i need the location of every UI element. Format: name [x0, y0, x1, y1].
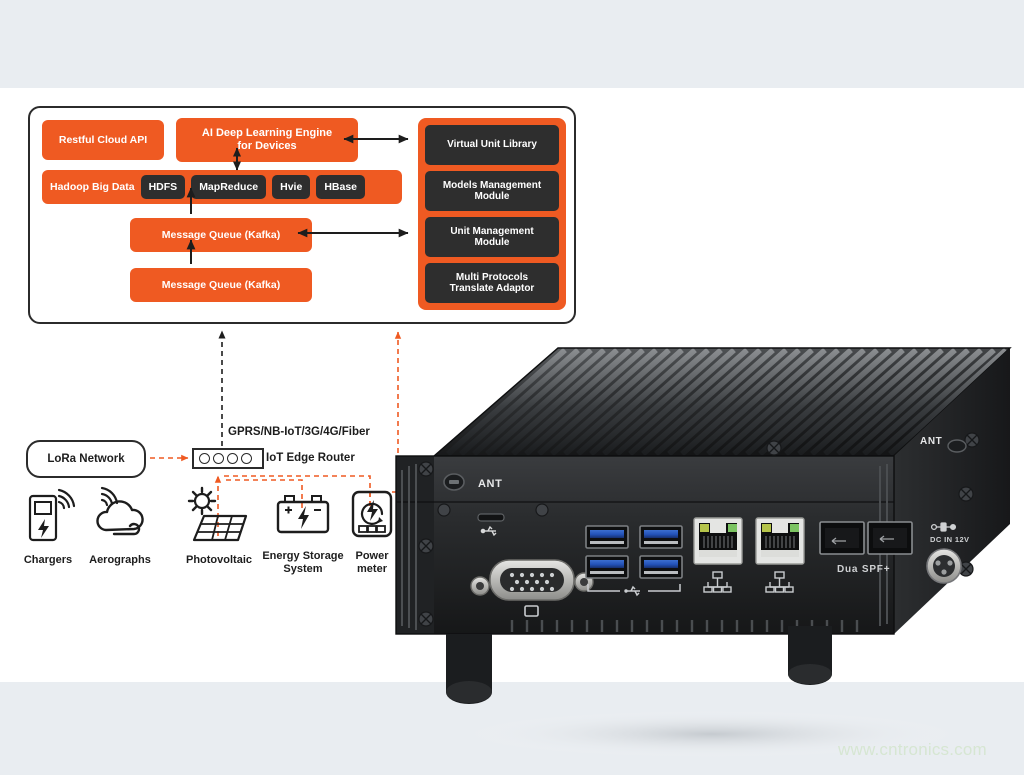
battery-storage-icon — [276, 495, 330, 534]
ess-label-line-1: Energy Storage — [262, 550, 344, 562]
device-label-chargers: Chargers — [23, 554, 73, 566]
dc-power-label: DC IN 12V — [930, 535, 969, 544]
sfp-port-2[interactable] — [867, 521, 913, 555]
ai-engine-line-1: AI Deep Learning Engine — [201, 127, 333, 140]
usb3-port-2[interactable] — [639, 525, 683, 549]
device-feet — [446, 626, 832, 704]
solar-panel-icon — [187, 486, 248, 542]
usb3-port-1[interactable] — [585, 525, 629, 549]
unit-management-line-2: Module — [474, 237, 510, 248]
device-aerographs[interactable]: Aerographs — [84, 486, 156, 567]
weather-cloud-wind-icon — [96, 486, 144, 536]
usb3-port-4[interactable] — [639, 555, 683, 579]
multi-protocols-line-1: Multi Protocols — [455, 271, 529, 283]
ev-charger-icon — [28, 488, 76, 542]
ant-front-label: ANT — [478, 478, 502, 490]
ai-engine-line-2: for Devices — [237, 140, 297, 152]
restful-cloud-api-box[interactable]: Restful Cloud API — [42, 120, 164, 160]
device-chargers[interactable]: Chargers — [14, 486, 82, 567]
message-queue-lower-box[interactable]: Message Queue (Kafka) — [130, 268, 312, 302]
unit-management-line-1: Unit Management — [450, 225, 534, 237]
hadoop-big-data-label: Hadoop Big Data — [50, 181, 135, 193]
hadoop-chip-hbase[interactable]: HBase — [316, 175, 365, 199]
ant-side-label: ANT — [920, 436, 942, 447]
module-unit-management[interactable]: Unit Management Module — [425, 217, 559, 257]
module-multi-protocols-translate-adaptor[interactable]: Multi Protocols Translate Adaptor — [425, 263, 559, 303]
iot-edge-router-label: IoT Edge Router — [266, 452, 355, 464]
lora-network-box[interactable]: LoRa Network — [26, 440, 146, 478]
site-watermark: www.cntronics.com — [838, 740, 987, 759]
hadoop-chip-hvie[interactable]: Hvie — [272, 175, 311, 199]
antenna-side[interactable] — [947, 439, 967, 453]
router-port-icon-1 — [199, 453, 210, 464]
module-virtual-unit-library[interactable]: Virtual Unit Library — [425, 125, 559, 165]
device-label-aerographs: Aerographs — [89, 554, 151, 566]
top-background-band — [0, 0, 1024, 88]
sfp-label: Dua SPF+ — [837, 564, 890, 575]
industrial-edge-computer-photo: ANT ANT Dua SPF+ DC IN 12V — [382, 334, 1024, 770]
cloud-platform-container: Restful Cloud API AI Deep Learning Engin… — [28, 106, 576, 324]
rj45-port-1[interactable] — [693, 517, 743, 565]
ess-label-line-2: System — [283, 563, 323, 576]
module-models-management[interactable]: Models Management Module — [425, 171, 559, 211]
router-port-icon-4 — [241, 453, 252, 464]
router-port-icon-3 — [227, 453, 238, 464]
uplink-technology-label: GPRS/NB-IoT/3G/4G/Fiber — [228, 426, 370, 438]
router-port-icon-2 — [213, 453, 224, 464]
models-management-line-2: Module — [474, 191, 510, 202]
multi-protocols-line-2: Translate Adaptor — [449, 283, 535, 294]
sfp-port-1[interactable] — [819, 521, 865, 555]
models-management-line-1: Models Management — [442, 179, 542, 191]
figure-canvas: Restful Cloud API AI Deep Learning Engin… — [0, 88, 1024, 758]
message-queue-upper-box[interactable]: Message Queue (Kafka) — [130, 218, 312, 252]
device-label-photovoltaic: Photovoltaic — [185, 554, 252, 566]
hadoop-chip-mapreduce[interactable]: MapReduce — [191, 175, 267, 199]
device-energy-storage-system[interactable]: Energy Storage System — [258, 486, 348, 576]
device-photovoltaic[interactable]: Photovoltaic — [180, 486, 258, 567]
hadoop-big-data-row[interactable]: Hadoop Big Data HDFS MapReduce Hvie HBas… — [42, 170, 402, 204]
iot-edge-router-box[interactable] — [192, 448, 264, 469]
device-management-panel: Virtual Unit Library Models Management M… — [418, 118, 566, 310]
antenna-front[interactable] — [443, 473, 465, 491]
device-label-energy-storage-system: Energy Storage System — [258, 550, 348, 576]
ai-deep-learning-engine-box[interactable]: AI Deep Learning Engine for Devices — [176, 118, 358, 162]
rj45-port-2[interactable] — [755, 517, 805, 565]
hadoop-chip-hdfs[interactable]: HDFS — [140, 175, 186, 199]
usb3-port-3[interactable] — [585, 555, 629, 579]
